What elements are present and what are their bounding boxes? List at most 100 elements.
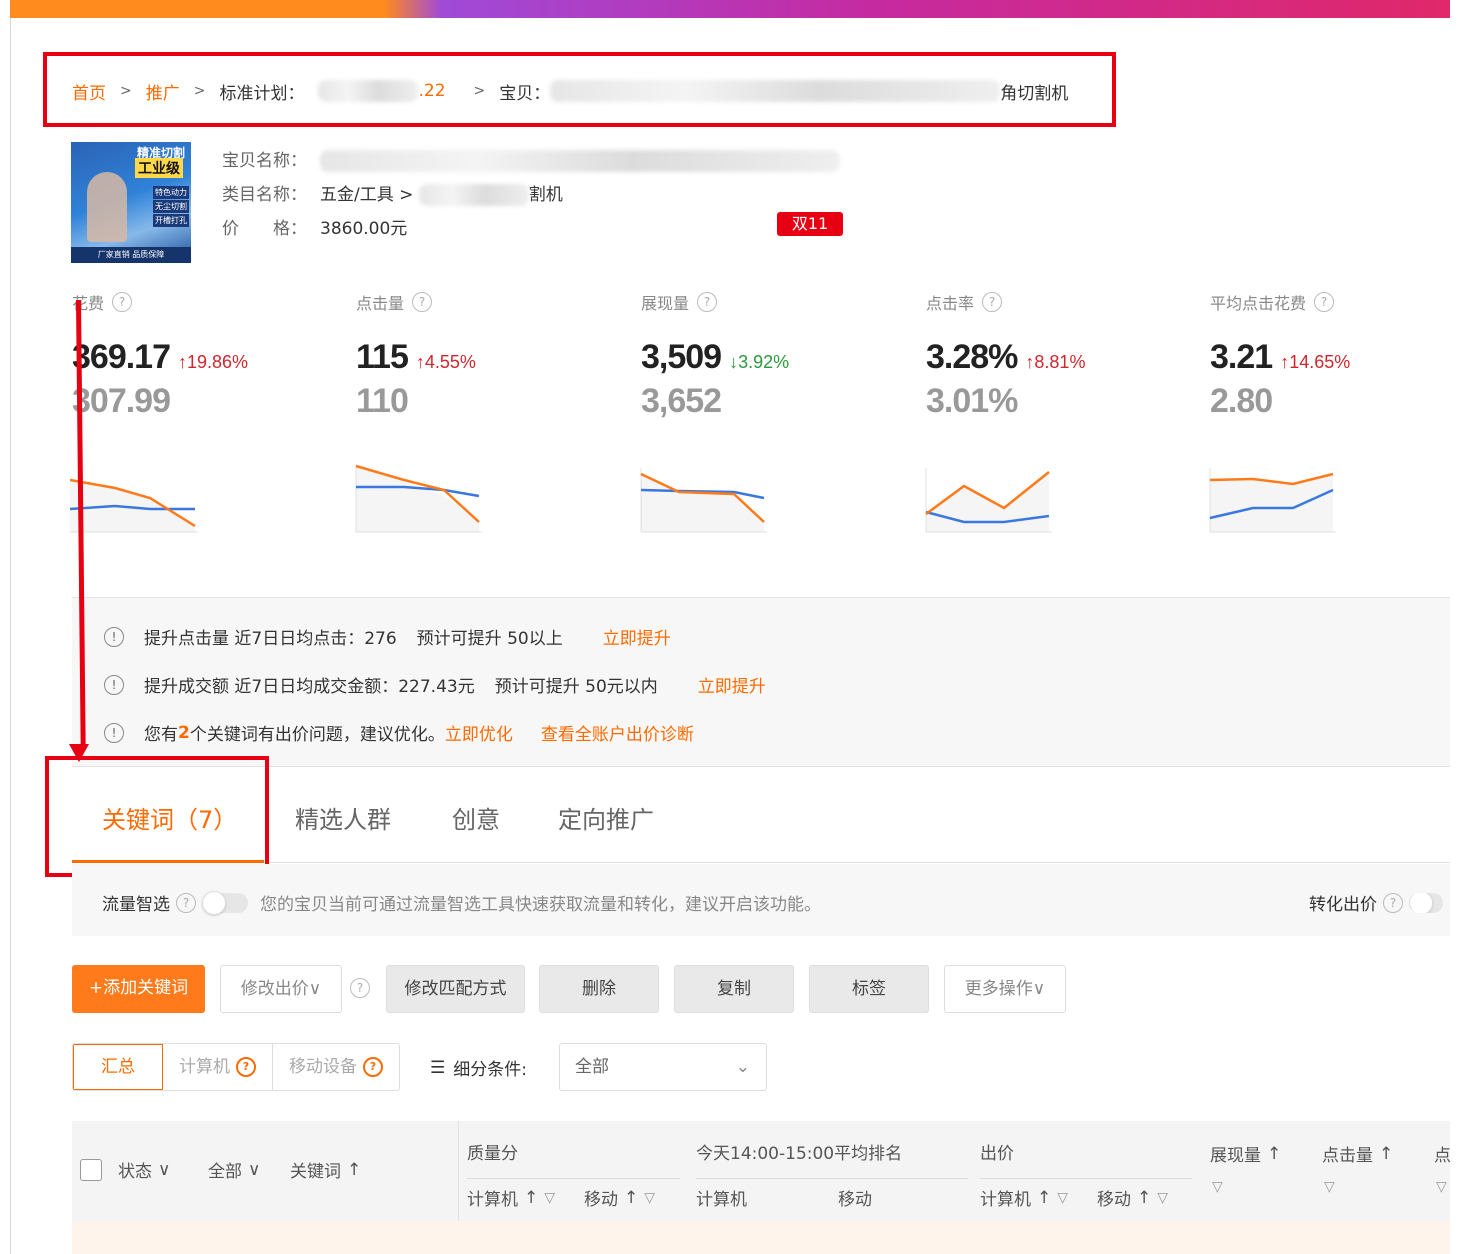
top-gradient-bar xyxy=(10,0,1450,18)
metric-change: ↑14.65% xyxy=(1280,352,1351,372)
bid-pc-sort[interactable]: 计算机 ↑ ▽ xyxy=(980,1185,1068,1211)
optimize-link[interactable]: 立即优化 xyxy=(445,720,513,745)
suggestion-panel: ! 提升点击量 近7日日均点击：276 预计可提升 50以上 立即提升 ! 提升… xyxy=(72,597,1450,767)
filter-icon[interactable]: ▽ xyxy=(1324,1179,1335,1195)
sparkline-impressions xyxy=(640,468,767,533)
rank-pc-label: 计算机 xyxy=(696,1190,747,1210)
bid-mobile-sort[interactable]: 移动 ↑ ▽ xyxy=(1097,1185,1168,1211)
modify-bid-button[interactable]: 修改出价∨ xyxy=(220,965,342,1013)
help-icon[interactable]: ? xyxy=(363,1057,383,1077)
filter-icon[interactable]: ▽ xyxy=(544,1190,555,1206)
suggestion-row: ! 提升点击量 近7日日均点击：276 预计可提升 50以上 立即提升 xyxy=(104,624,671,649)
toggle-knob xyxy=(202,890,226,915)
filter-icon[interactable]: ▽ xyxy=(1212,1179,1223,1195)
clicks-sort[interactable]: 点击量 ↑ xyxy=(1322,1141,1393,1167)
quality-mobile-sort[interactable]: 移动 ↑ ▽ xyxy=(584,1185,655,1211)
sort-arrow-icon: ↑ xyxy=(624,1187,639,1208)
bid-diagnosis-link[interactable]: 查看全账户出价诊断 xyxy=(541,720,694,745)
metric-label: 点击率 xyxy=(926,294,975,313)
blurred-product-name xyxy=(320,150,840,172)
help-icon[interactable]: ? xyxy=(982,292,1003,312)
product-category-row: 类目名称： 五金/工具 > 割机 xyxy=(222,178,840,212)
smart-flow-label: 流量智选 xyxy=(102,895,170,915)
copy-button[interactable]: 复制 xyxy=(674,965,794,1013)
label-button[interactable]: 标签 xyxy=(809,965,929,1013)
breadcrumb-plan-suffix[interactable]: .22 xyxy=(418,81,445,101)
boost-sales-link[interactable]: 立即提升 xyxy=(698,672,766,697)
filter-icon[interactable]: ▽ xyxy=(1157,1190,1168,1206)
sparkline-cost xyxy=(70,478,198,533)
help-icon[interactable]: ? xyxy=(350,978,370,998)
tab-targeting[interactable]: 定向推广 xyxy=(558,800,654,835)
bid-pc-label: 计算机 xyxy=(980,1190,1031,1210)
chevron-down-icon: ⌄ xyxy=(735,1057,750,1077)
keyword-sort[interactable]: 关键词 ↑ xyxy=(290,1157,361,1183)
metric-clicks: 点击量? 115 ↑4.55% 110 xyxy=(356,290,626,422)
filter-icon[interactable]: ▽ xyxy=(1057,1190,1068,1206)
more-actions-button[interactable]: 更多操作∨ xyxy=(944,965,1066,1013)
sparkline-clicks xyxy=(355,464,482,533)
clicks-label: 点击量 xyxy=(1322,1146,1373,1166)
help-icon[interactable]: ? xyxy=(176,892,196,913)
product-category-label: 类目名称： xyxy=(222,185,307,205)
product-image-badge: 特色动力 xyxy=(153,186,189,199)
segment-mobile-label: 移动设备 xyxy=(289,1057,357,1077)
metric-change: ↓3.92% xyxy=(729,352,790,372)
sparkline-ctr xyxy=(925,468,1052,533)
metric-value: 3.21 xyxy=(1210,338,1273,376)
metric-impressions: 展现量? 3,509 ↓3.92% 3,652 xyxy=(641,290,911,422)
impressions-sort[interactable]: 展现量 ↑ xyxy=(1210,1141,1281,1167)
metric-previous: 307.99 xyxy=(72,382,171,420)
product-name-label: 宝贝名称： xyxy=(222,151,307,171)
breadcrumb-separator: > xyxy=(120,83,132,99)
product-image-text-main: 工业级 xyxy=(135,158,183,178)
boost-clicks-link[interactable]: 立即提升 xyxy=(603,624,671,649)
help-icon[interactable]: ? xyxy=(1383,892,1403,913)
select-all-checkbox[interactable] xyxy=(80,1159,102,1181)
tab-audience[interactable]: 精选人群 xyxy=(295,800,391,835)
info-icon: ! xyxy=(104,722,124,743)
delete-button[interactable]: 删除 xyxy=(539,965,659,1013)
breadcrumb-home-link[interactable]: 首页 xyxy=(72,79,106,104)
metric-previous: 2.80 xyxy=(1210,382,1273,420)
filter-icon[interactable]: ▽ xyxy=(1436,1179,1447,1195)
metric-cpc: 平均点击花费? 3.21 ↑14.65% 2.80 xyxy=(1210,290,1460,422)
metric-label: 平均点击花费 xyxy=(1210,294,1307,313)
table-header: 状态 ∨ 全部 ∨ 关键词 ↑ 质量分 计算机 ↑ ▽ 移动 ↑ ▽ 今天14:00-15:0… xyxy=(72,1121,1451,1221)
modify-match-button[interactable]: 修改匹配方式 xyxy=(386,965,525,1013)
table-row[interactable] xyxy=(72,1221,1450,1254)
quality-pc-label: 计算机 xyxy=(467,1190,518,1210)
tab-highlight-box xyxy=(45,756,269,877)
sub-condition-select[interactable]: 全部 ⌄ xyxy=(559,1043,767,1091)
add-keyword-button[interactable]: +添加关键词 xyxy=(72,965,205,1013)
suggestion-row: ! 您有 2 个关键词有出价问题，建议优化。 立即优化 查看全账户出价诊断 xyxy=(104,720,694,745)
metric-label: 点击量 xyxy=(356,294,405,313)
sparkline-area xyxy=(70,480,195,532)
help-icon[interactable]: ? xyxy=(697,292,718,312)
blurred-item-name xyxy=(550,80,1001,102)
segment-pc[interactable]: 计算机? xyxy=(163,1044,273,1090)
breadcrumb-promo-link[interactable]: 推广 xyxy=(146,79,180,104)
segment-mobile[interactable]: 移动设备? xyxy=(273,1044,399,1090)
product-image[interactable]: 精准切割 工业级 特色动力 无尘切割 开槽打孔 厂家直销 品质保障 xyxy=(71,142,191,263)
metric-value: 3,509 xyxy=(641,338,722,376)
all-filter[interactable]: 全部 ∨ xyxy=(208,1157,260,1183)
help-icon[interactable]: ? xyxy=(236,1057,256,1077)
help-icon[interactable]: ? xyxy=(112,292,133,312)
rank-header: 今天14:00-15:00平均排名 xyxy=(696,1144,903,1164)
segment-summary[interactable]: 汇总 xyxy=(73,1044,163,1090)
sort-arrow-icon: ↑ xyxy=(1137,1187,1152,1208)
status-filter[interactable]: 状态 ∨ xyxy=(118,1157,170,1183)
header-underline xyxy=(980,1178,1192,1179)
help-icon[interactable]: ? xyxy=(412,292,433,312)
help-icon[interactable]: ? xyxy=(1314,292,1335,312)
tab-creative[interactable]: 创意 xyxy=(452,800,500,835)
metric-change: ↑19.86% xyxy=(178,352,249,372)
sub-condition-label: 细分条件: xyxy=(453,1060,527,1080)
suggestion-row: ! 提升成交额 近7日日均成交金额：227.43元 预计可提升 50元以内 立即… xyxy=(104,672,766,697)
quality-pc-sort[interactable]: 计算机 ↑ ▽ xyxy=(467,1185,555,1211)
smart-flow-toggle[interactable] xyxy=(202,890,248,915)
metric-value: 3.28% xyxy=(926,338,1018,376)
filter-icon[interactable]: ▽ xyxy=(644,1190,655,1206)
conversion-bid-toggle[interactable] xyxy=(1409,892,1443,913)
